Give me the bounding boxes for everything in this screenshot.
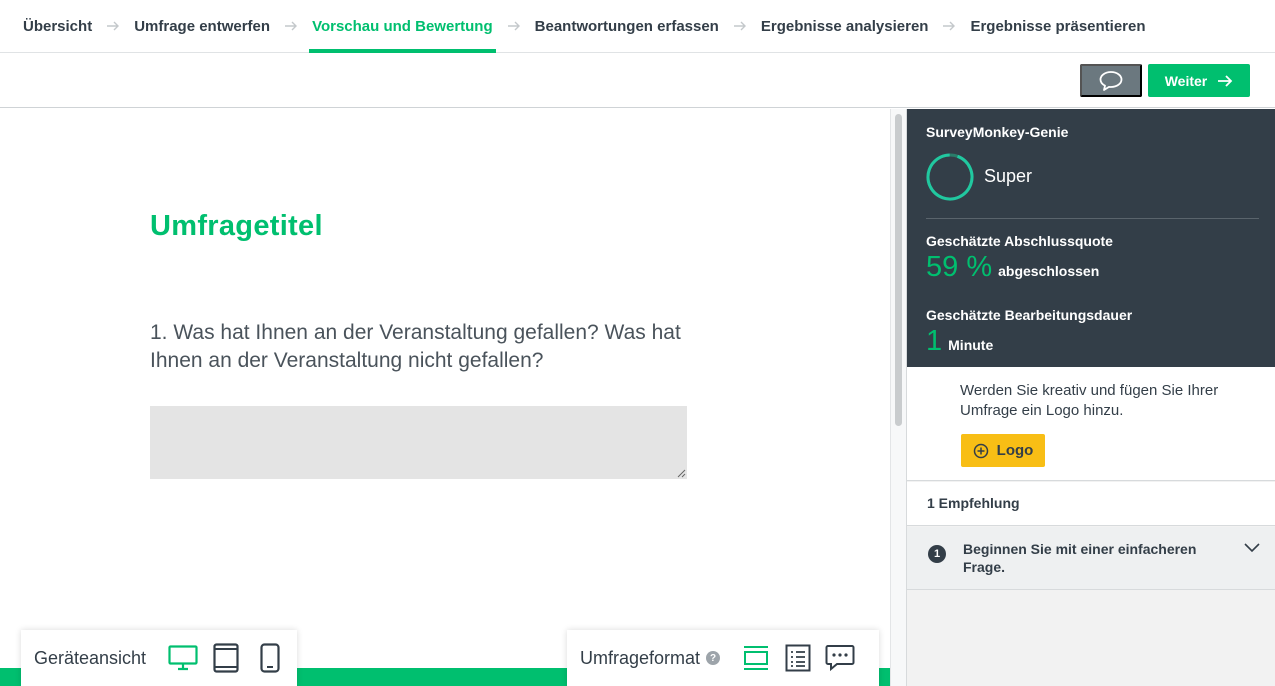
score-ring-icon <box>926 153 974 201</box>
step-label: Ergebnisse präsentieren <box>970 17 1146 35</box>
duration-number: 1 <box>926 325 943 357</box>
next-button-label: Weiter <box>1164 72 1208 89</box>
survey-format-label: Umfrageformat <box>580 647 701 668</box>
genius-side-panel: SurveyMonkey-Genie Super Geschätzte Absc… <box>906 109 1275 686</box>
step-label: Vorschau und Bewertung <box>312 17 493 35</box>
arrow-right-icon <box>928 19 970 33</box>
step-label: Übersicht <box>23 17 93 35</box>
action-bar: Weiter <box>0 53 1275 108</box>
step-label: Umfrage entwerfen <box>134 17 271 35</box>
one-question-format-icon[interactable] <box>740 642 772 674</box>
recommendation-number-badge: 1 <box>928 545 946 563</box>
step-overview[interactable]: Übersicht <box>23 0 92 53</box>
question-text: 1. Was hat Ihnen an der Veranstaltung ge… <box>150 321 681 372</box>
duration-value: 1 Minute <box>926 325 993 358</box>
genius-score-card: SurveyMonkey-Genie Super Geschätzte Absc… <box>907 109 1275 367</box>
add-logo-card: Werden Sie kreativ und fügen Sie Ihrer U… <box>907 367 1275 481</box>
arrow-right-icon <box>719 19 761 33</box>
conversation-format-icon[interactable] <box>824 642 856 674</box>
step-preview-score[interactable]: Vorschau und Bewertung <box>309 0 496 53</box>
desktop-icon[interactable] <box>166 642 200 674</box>
arrow-right-icon <box>270 19 312 33</box>
survey-title: Umfragetitel <box>150 210 323 242</box>
tablet-icon[interactable] <box>209 642 243 674</box>
device-view-label: Geräteansicht <box>34 647 147 668</box>
mobile-icon[interactable] <box>253 642 287 674</box>
recommendations-header: 1 Empfehlung <box>907 482 1275 526</box>
arrow-right-icon <box>92 19 134 33</box>
add-logo-button[interactable]: Logo <box>961 434 1045 467</box>
device-view-toolbar: Geräteansicht <box>21 630 297 686</box>
classic-format-icon[interactable] <box>782 642 814 674</box>
completion-rate-label: Geschätzte Abschlussquote <box>926 233 1113 249</box>
next-button[interactable]: Weiter <box>1148 64 1250 97</box>
comment-button[interactable] <box>1080 64 1142 97</box>
help-icon[interactable]: ? <box>706 651 721 665</box>
add-logo-label: Logo <box>996 442 1034 459</box>
genius-title: SurveyMonkey-Genie <box>926 124 1069 140</box>
duration-unit: Minute <box>948 337 994 353</box>
recommendation-item[interactable]: 1 Beginnen Sie mit einer einfacheren Fra… <box>907 527 1275 590</box>
recommendation-text: Beginnen Sie mit einer einfacheren Frage… <box>963 541 1197 575</box>
duration-label: Geschätzte Bearbeitungsdauer <box>926 307 1133 323</box>
add-logo-text: Werden Sie kreativ und fügen Sie Ihrer U… <box>960 382 1219 419</box>
step-label: Ergebnisse analysieren <box>760 17 929 35</box>
genius-rating: Super <box>984 166 1033 186</box>
preview-scrollbar[interactable] <box>890 109 906 686</box>
survey-preview: Umfragetitel 1. Was hat Ihnen an der Ver… <box>0 109 890 686</box>
recommendations-count: 1 Empfehlung <box>927 495 1020 511</box>
speech-bubble-icon <box>1099 70 1123 91</box>
progress-stepper-nav: Übersicht Umfrage entwerfen Vorschau und… <box>0 0 1275 53</box>
completion-rate-number: 59 % <box>926 251 993 283</box>
divider <box>926 218 1259 219</box>
resize-grip-icon[interactable] <box>677 469 686 478</box>
step-collect-responses[interactable]: Beantwortungen erfassen <box>535 0 719 53</box>
arrow-right-icon <box>493 19 535 33</box>
survey-format-toolbar: Umfrageformat ? <box>567 630 879 686</box>
step-present-results[interactable]: Ergebnisse präsentieren <box>970 0 1145 53</box>
plus-circle-icon <box>973 443 988 458</box>
arrow-right-icon <box>1218 74 1233 87</box>
scrollbar-thumb[interactable] <box>895 114 902 426</box>
step-design-survey[interactable]: Umfrage entwerfen <box>134 0 270 53</box>
completion-rate-value: 59 % abgeschlossen <box>926 251 1099 284</box>
answer-textarea[interactable] <box>150 406 687 479</box>
chevron-down-icon[interactable] <box>1244 543 1260 553</box>
completion-rate-unit: abgeschlossen <box>998 263 1100 279</box>
step-label: Beantwortungen erfassen <box>534 17 719 35</box>
step-analyze-results[interactable]: Ergebnisse analysieren <box>761 0 929 53</box>
